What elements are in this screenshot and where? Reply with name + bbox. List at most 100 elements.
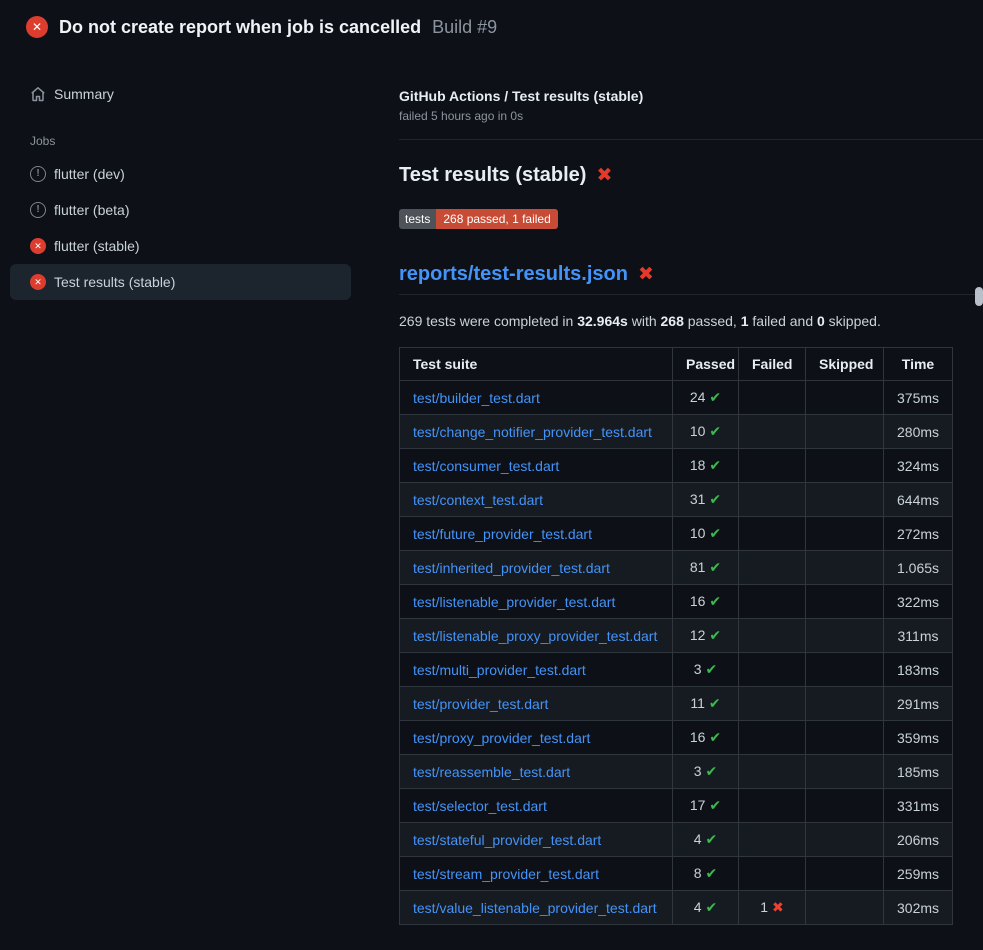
failed-cell: [739, 551, 806, 585]
summary-segment: with: [628, 313, 661, 329]
skipped-cell: [806, 789, 884, 823]
check-icon: ✔: [709, 559, 721, 575]
failed-cell: [739, 517, 806, 551]
sidebar-item-summary[interactable]: Summary: [10, 76, 351, 112]
table-row: test/selector_test.dart 17✔ 331ms: [400, 789, 953, 823]
jobs-list: ! flutter (dev) ! flutter (beta) ✕ flutt…: [10, 156, 351, 300]
column-header: Failed: [739, 348, 806, 381]
table-row: test/inherited_provider_test.dart 81✔ 1.…: [400, 551, 953, 585]
skipped-cell: [806, 585, 884, 619]
skipped-cell: [806, 449, 884, 483]
sidebar-job-item[interactable]: ! flutter (beta): [10, 192, 351, 228]
time-cell: 183ms: [884, 653, 953, 687]
run-title: Do not create report when job is cancell…: [59, 17, 421, 38]
run-status-line: failed 5 hours ago in 0s: [399, 109, 983, 123]
breadcrumb: GitHub Actions / Test results (stable): [399, 88, 983, 104]
check-icon: ✔: [709, 423, 721, 439]
suite-link[interactable]: test/stateful_provider_test.dart: [413, 832, 601, 848]
badge-value: 268 passed, 1 failed: [436, 209, 557, 229]
check-icon: ✔: [706, 831, 718, 847]
results-table-body: test/builder_test.dart 24✔ 375ms test/ch…: [400, 381, 953, 925]
skipped-cell: [806, 823, 884, 857]
suite-link[interactable]: test/listenable_proxy_provider_test.dart: [413, 628, 657, 644]
passed-cell: 17✔: [673, 789, 739, 823]
suite-cell: test/listenable_provider_test.dart: [400, 585, 673, 619]
suite-link[interactable]: test/inherited_provider_test.dart: [413, 560, 610, 576]
table-row: test/value_listenable_provider_test.dart…: [400, 891, 953, 925]
column-header: Passed: [673, 348, 739, 381]
suite-cell: test/context_test.dart: [400, 483, 673, 517]
summary-duration: 32.964s: [577, 313, 628, 329]
report-link[interactable]: reports/test-results.json: [399, 263, 628, 286]
time-cell: 206ms: [884, 823, 953, 857]
skipped-cell: [806, 483, 884, 517]
scrollbar-thumb[interactable]: [975, 287, 983, 306]
summary-segment: passed,: [684, 313, 741, 329]
results-table-head-row: Test suitePassedFailedSkippedTime: [400, 348, 953, 381]
section-title: Test results (stable) ✖: [399, 164, 983, 187]
suite-cell: test/consumer_test.dart: [400, 449, 673, 483]
summary-label: Summary: [54, 86, 114, 102]
skipped-cell: [806, 415, 884, 449]
suite-link[interactable]: test/provider_test.dart: [413, 696, 548, 712]
passed-cell: 4✔: [673, 823, 739, 857]
table-row: test/listenable_provider_test.dart 16✔ 3…: [400, 585, 953, 619]
time-cell: 324ms: [884, 449, 953, 483]
passed-cell: 11✔: [673, 687, 739, 721]
suite-link[interactable]: test/proxy_provider_test.dart: [413, 730, 590, 746]
sidebar-job-item[interactable]: ✕ Test results (stable): [10, 264, 351, 300]
suite-link[interactable]: test/context_test.dart: [413, 492, 543, 508]
skipped-cell: [806, 721, 884, 755]
suite-cell: test/inherited_provider_test.dart: [400, 551, 673, 585]
failed-cell: [739, 789, 806, 823]
passed-cell: 3✔: [673, 755, 739, 789]
failed-cell: [739, 687, 806, 721]
suite-link[interactable]: test/multi_provider_test.dart: [413, 662, 586, 678]
table-row: test/stream_provider_test.dart 8✔ 259ms: [400, 857, 953, 891]
time-cell: 1.065s: [884, 551, 953, 585]
check-icon: ✔: [706, 763, 718, 779]
suite-link[interactable]: test/selector_test.dart: [413, 798, 547, 814]
x-circle-icon: ✕: [30, 238, 46, 254]
failed-cell: [739, 653, 806, 687]
table-row: test/listenable_proxy_provider_test.dart…: [400, 619, 953, 653]
failed-cell: [739, 857, 806, 891]
skipped-cell: [806, 381, 884, 415]
check-icon: ✔: [706, 661, 718, 677]
suite-link[interactable]: test/value_listenable_provider_test.dart: [413, 900, 657, 916]
failed-cell: [739, 755, 806, 789]
passed-cell: 24✔: [673, 381, 739, 415]
suite-link[interactable]: test/consumer_test.dart: [413, 458, 559, 474]
time-cell: 185ms: [884, 755, 953, 789]
table-row: test/reassemble_test.dart 3✔ 185ms: [400, 755, 953, 789]
suite-link[interactable]: test/builder_test.dart: [413, 390, 540, 406]
passed-cell: 10✔: [673, 517, 739, 551]
failed-cell: [739, 721, 806, 755]
x-icon: ✖: [772, 899, 784, 915]
sidebar-job-item[interactable]: ! flutter (dev): [10, 156, 351, 192]
table-row: test/proxy_provider_test.dart 16✔ 359ms: [400, 721, 953, 755]
summary-failed-count: 1: [741, 313, 749, 329]
check-icon: ✔: [709, 627, 721, 643]
suite-cell: test/stream_provider_test.dart: [400, 857, 673, 891]
failed-cell: 1✖: [739, 891, 806, 925]
job-label: flutter (dev): [54, 166, 125, 182]
suite-link[interactable]: test/change_notifier_provider_test.dart: [413, 424, 652, 440]
alert-circle-icon: !: [30, 202, 46, 218]
suite-link[interactable]: test/future_provider_test.dart: [413, 526, 592, 542]
suite-link[interactable]: test/stream_provider_test.dart: [413, 866, 599, 882]
job-label: Test results (stable): [54, 274, 175, 290]
suite-cell: test/stateful_provider_test.dart: [400, 823, 673, 857]
summary-segment: skipped.: [825, 313, 881, 329]
check-icon: ✔: [709, 491, 721, 507]
suite-link[interactable]: test/reassemble_test.dart: [413, 764, 570, 780]
jobs-section-label: Jobs: [30, 134, 351, 148]
summary-segment: 269 tests were completed in: [399, 313, 577, 329]
check-icon: ✔: [709, 695, 721, 711]
failed-cell: [739, 619, 806, 653]
sidebar-job-item[interactable]: ✕ flutter (stable): [10, 228, 351, 264]
checks-page: ✕ Do not create report when job is cance…: [0, 0, 983, 925]
suite-link[interactable]: test/listenable_provider_test.dart: [413, 594, 615, 610]
table-row: test/multi_provider_test.dart 3✔ 183ms: [400, 653, 953, 687]
passed-cell: 4✔: [673, 891, 739, 925]
